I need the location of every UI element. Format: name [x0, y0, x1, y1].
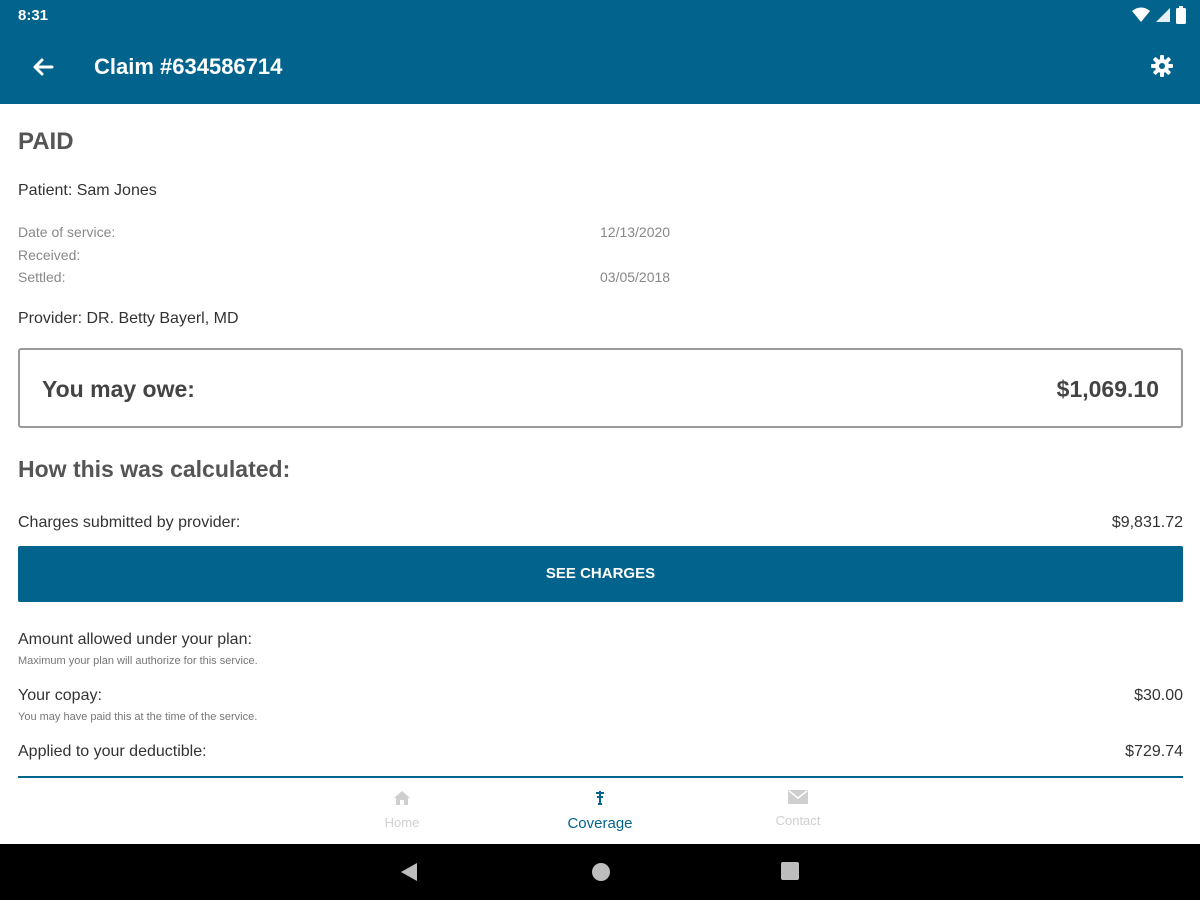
amount-owed-card: You may owe: $1,069.10 [18, 348, 1183, 428]
status-time: 8:31 [18, 7, 49, 24]
copay-subtext: You may have paid this at the time of th… [18, 711, 258, 723]
copay-value: $30.00 [1134, 687, 1183, 704]
nav-contact-label: Contact [775, 813, 821, 828]
charges-value: $9,831.72 [1111, 514, 1183, 531]
allowed-subtext: Maximum your plan will authorize for thi… [18, 655, 258, 667]
system-back-icon[interactable] [400, 862, 418, 887]
deductible-value: $729.74 [1125, 743, 1183, 760]
allowed-label: Amount allowed under your plan: [18, 631, 252, 648]
amount-owed-label: You may owe: [42, 376, 195, 402]
home-icon [394, 791, 410, 805]
date-of-service-label: Date of service: [18, 224, 116, 240]
app-bar: Claim #634586714 [0, 30, 1200, 104]
nav-home[interactable]: Home [342, 790, 462, 830]
patient-name: Patient: Sam Jones [18, 182, 157, 199]
nav-contact[interactable]: Contact [738, 790, 858, 828]
battery-icon [1176, 6, 1186, 24]
system-nav-bar [0, 844, 1200, 900]
system-recents-icon[interactable] [781, 862, 799, 885]
received-label: Received: [18, 247, 81, 263]
coverage-icon [596, 791, 604, 805]
settled-label: Settled: [18, 269, 66, 285]
mail-icon [788, 790, 808, 804]
date-of-service-value: 12/13/2020 [600, 224, 671, 240]
status-icons [1132, 6, 1186, 24]
page-title: Claim #634586714 [94, 54, 283, 79]
claim-status: PAID [18, 128, 74, 155]
provider-name: Provider: DR. Betty Bayerl, MD [18, 310, 239, 327]
settings-gear-icon[interactable] [1148, 52, 1176, 80]
nav-coverage[interactable]: Coverage [540, 790, 660, 832]
bottom-navigation: Home Coverage Contact [0, 778, 1200, 844]
nav-coverage-label: Coverage [567, 815, 633, 832]
nav-home-label: Home [384, 815, 420, 830]
charges-label: Charges submitted by provider: [18, 514, 241, 531]
amount-owed-value: $1,069.10 [1056, 376, 1159, 402]
signal-icon [1156, 8, 1170, 22]
system-home-icon[interactable] [591, 862, 611, 887]
back-arrow-icon[interactable] [28, 52, 58, 82]
settled-value: 03/05/2018 [600, 269, 671, 285]
wifi-icon [1132, 7, 1150, 22]
see-charges-button[interactable]: SEE CHARGES [18, 546, 1183, 602]
copay-label: Your copay: [18, 687, 102, 704]
status-bar: 8:31 [0, 0, 1200, 30]
deductible-label: Applied to your deductible: [18, 743, 207, 760]
calculation-heading: How this was calculated: [18, 456, 291, 482]
